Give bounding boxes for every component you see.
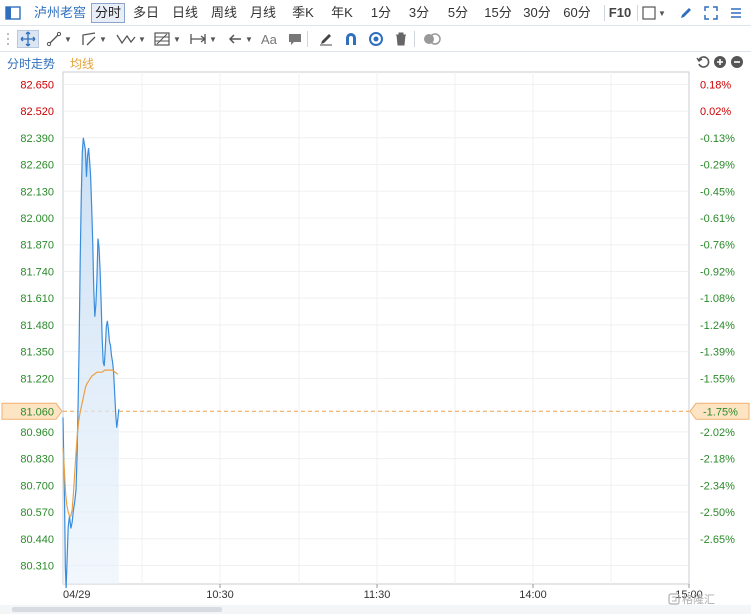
y-left-tick-label: 82.650 [20, 79, 54, 91]
x-tick-label: 14:00 [519, 589, 547, 601]
y-left-tick-label: 80.310 [20, 560, 54, 572]
y-left-tick-label: 81.870 [20, 240, 54, 252]
y-right-tick-label: -0.76% [700, 240, 735, 252]
y-right-tick-label: -1.39% [700, 347, 735, 359]
y-left-tick-label: 82.130 [20, 186, 54, 198]
y-left-tick-label: 80.960 [20, 427, 54, 439]
scroll-thumb [12, 607, 222, 612]
plot-frame [62, 71, 690, 585]
y-right-tick-label: -0.92% [700, 266, 735, 278]
y-left-tick-label: 80.700 [20, 480, 54, 492]
y-right-tick-label: -0.61% [700, 213, 735, 225]
y-right-tick-label: -1.55% [700, 373, 735, 385]
y-right-tick-label: -0.13% [700, 133, 735, 145]
x-tick-label: 10:30 [206, 589, 234, 601]
y-left-tick-label: 81.480 [20, 320, 54, 332]
y-left-tick-label: 82.260 [20, 160, 54, 172]
y-right-tick-label: -1.08% [700, 293, 735, 305]
y-left-tick-label: 81.740 [20, 266, 54, 278]
y-right-tick-label: -0.29% [700, 160, 735, 172]
y-right-tick-label: 0.18% [700, 79, 731, 91]
y-left-tick-label: 82.390 [20, 133, 54, 145]
reference-pct-label: -1.75% [703, 406, 738, 418]
chart-window: { "symbol": "泸州老窖", "periods": [ {"label… [0, 0, 751, 614]
y-right-tick-label: -2.50% [700, 507, 735, 519]
reference-price-label: 81.060 [20, 406, 54, 418]
watermark-logo-icon [668, 593, 680, 605]
y-left-tick-label: 80.830 [20, 454, 54, 466]
y-right-tick-label: -2.18% [700, 454, 735, 466]
y-right-tick-label: -2.02% [700, 427, 735, 439]
y-right-tick-label: -2.65% [700, 534, 735, 546]
y-left-tick-label: 80.570 [20, 507, 54, 519]
y-right-tick-label: -2.34% [700, 480, 735, 492]
y-right-tick-label: -1.24% [700, 320, 735, 332]
y-left-tick-label: 80.440 [20, 534, 54, 546]
y-left-tick-label: 82.000 [20, 213, 54, 225]
intraday-chart[interactable]: 82.650 82.520 82.390 82.260 82.130 82.000 81.8… [0, 0, 751, 614]
y-left-tick-label: 81.220 [20, 373, 54, 385]
y-left-tick-label: 81.350 [20, 347, 54, 359]
y-right-tick-label: 0.02% [700, 106, 731, 118]
watermark: 格隆汇 [668, 591, 715, 607]
y-right-tick-label: -0.45% [700, 186, 735, 198]
y-left-tick-label: 81.610 [20, 293, 54, 305]
x-tick-label: 11:30 [364, 589, 391, 601]
x-date-label: 04/29 [63, 589, 91, 601]
y-left-tick-label: 82.520 [20, 106, 54, 118]
